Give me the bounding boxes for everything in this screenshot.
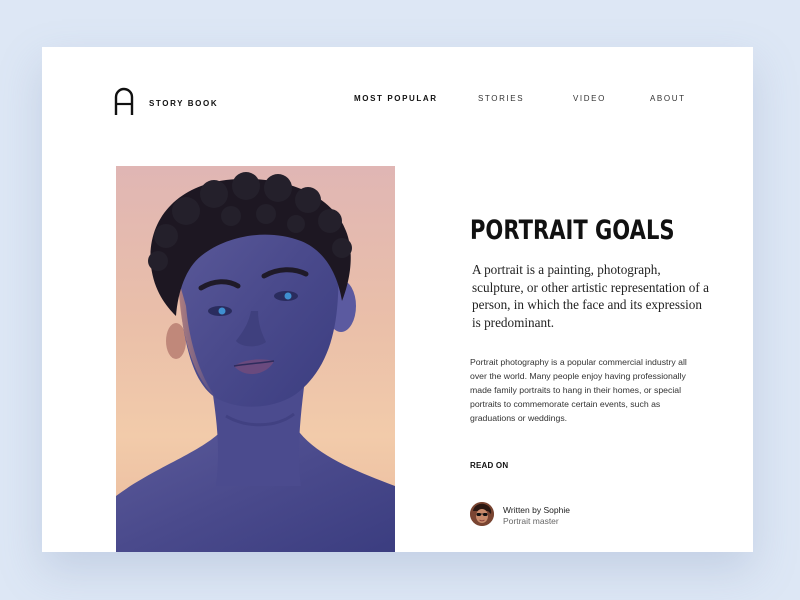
article-card: STORY BOOK MOST POPULAR STORIES VIDEO AB…	[42, 47, 753, 552]
read-on-link[interactable]: READ ON	[470, 461, 508, 470]
lead-paragraph: A portrait is a painting, photograph, sc…	[472, 262, 709, 330]
author-name: Written by Sophie	[503, 505, 570, 515]
body-paragraph: Portrait photography is a popular commer…	[470, 357, 687, 423]
nav-item-stories[interactable]: STORIES	[478, 94, 524, 103]
nav-item-about[interactable]: ABOUT	[650, 94, 686, 103]
portrait-photo	[116, 166, 395, 552]
nav-item-most-popular[interactable]: MOST POPULAR	[354, 94, 438, 103]
avatar[interactable]	[470, 502, 494, 526]
author-role: Portrait master	[503, 516, 559, 526]
main-nav: MOST POPULAR STORIES VIDEO ABOUT	[42, 94, 753, 108]
page-title: PORTRAIT GOALS	[470, 215, 675, 246]
nav-item-video[interactable]: VIDEO	[573, 94, 606, 103]
